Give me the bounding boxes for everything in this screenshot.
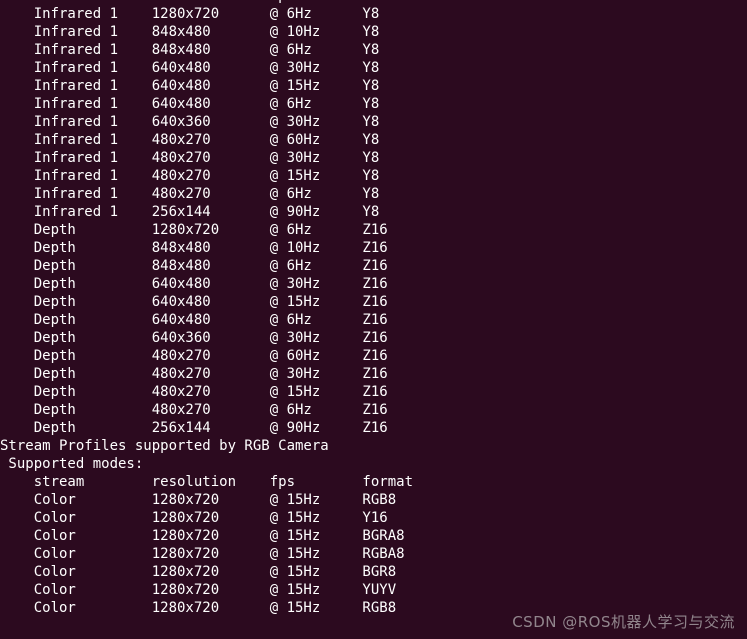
terminal-line: Infrared 1 256x144 @ 90Hz Y8 <box>0 203 747 221</box>
terminal-line: Infrared 1 640x480 @ 30Hz Y8 <box>0 59 747 77</box>
terminal-line: stream resolution fps format <box>0 473 747 491</box>
terminal-line: Infrared 1 1280x720 @ 6Hz Y8 <box>0 5 747 23</box>
terminal-line: Depth 640x480 @ 30Hz Z16 <box>0 275 747 293</box>
terminal-line: Color 1280x720 @ 15Hz Y16 <box>0 509 747 527</box>
terminal-line: Depth 640x480 @ 6Hz Z16 <box>0 311 747 329</box>
terminal-line: Supported modes: <box>0 455 747 473</box>
terminal-line: Stream Profiles supported by RGB Camera <box>0 437 747 455</box>
terminal-line: Depth 480x270 @ 60Hz Z16 <box>0 347 747 365</box>
terminal-line: Depth 848x480 @ 6Hz Z16 <box>0 257 747 275</box>
terminal-line: Color 1280x720 @ 15Hz YUYV <box>0 581 747 599</box>
terminal-line: Infrared 1 848x480 @ 6Hz Y8 <box>0 41 747 59</box>
terminal-line: Color 1280x720 @ 15Hz RGB8 <box>0 599 747 617</box>
terminal-line: Infrared 1 640x480 @ 15Hz Y8 <box>0 77 747 95</box>
terminal-line: Depth 480x270 @ 15Hz Z16 <box>0 383 747 401</box>
terminal-line: Depth 256x144 @ 90Hz Z16 <box>0 419 747 437</box>
terminal-line: Infrared 1 640x480 @ 6Hz Y8 <box>0 95 747 113</box>
terminal-line: Color 1280x720 @ 15Hz BGR8 <box>0 563 747 581</box>
terminal-line: Depth 1280x720 @ 6Hz Z16 <box>0 221 747 239</box>
terminal-line: Infrared 1 480x270 @ 60Hz Y8 <box>0 131 747 149</box>
terminal-line: Infrared 1 480x270 @ 15Hz Y8 <box>0 167 747 185</box>
terminal-line: Depth 480x270 @ 30Hz Z16 <box>0 365 747 383</box>
terminal-line: Color 1280x720 @ 15Hz RGB8 <box>0 491 747 509</box>
terminal-line: Depth 480x270 @ 6Hz Z16 <box>0 401 747 419</box>
terminal-line: Depth 640x480 @ 15Hz Z16 <box>0 293 747 311</box>
terminal-output[interactable]: stream resolution fps format Infrared 1 … <box>0 0 747 617</box>
terminal-line: Infrared 1 640x360 @ 30Hz Y8 <box>0 113 747 131</box>
terminal-line: Infrared 1 480x270 @ 6Hz Y8 <box>0 185 747 203</box>
terminal-line: Color 1280x720 @ 15Hz RGBA8 <box>0 545 747 563</box>
terminal-line: Infrared 1 480x270 @ 30Hz Y8 <box>0 149 747 167</box>
terminal-line: Depth 848x480 @ 10Hz Z16 <box>0 239 747 257</box>
terminal-line: Depth 640x360 @ 30Hz Z16 <box>0 329 747 347</box>
terminal-line: Infrared 1 848x480 @ 10Hz Y8 <box>0 23 747 41</box>
terminal-line: Color 1280x720 @ 15Hz BGRA8 <box>0 527 747 545</box>
